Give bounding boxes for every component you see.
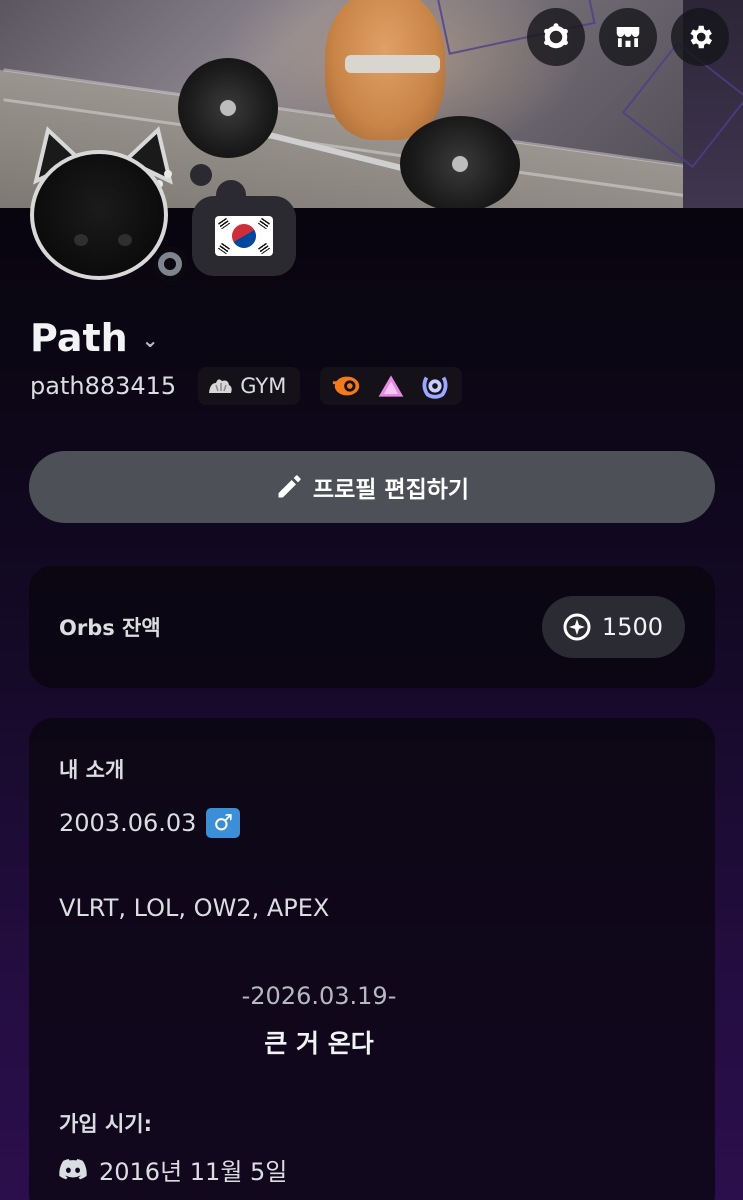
member-since-row: 2016년 11월 5일: [59, 1152, 287, 1187]
hamster-figure: [325, 0, 445, 140]
discord-logo-icon: [59, 1158, 87, 1179]
games-line: VLRT, LOL, OW2, APEX: [59, 894, 329, 922]
avatar-area[interactable]: [14, 120, 194, 295]
custom-status-bubble[interactable]: [192, 196, 296, 276]
birthday-text: 2003.06.03: [59, 809, 197, 837]
gym-tag-icon: [209, 379, 232, 393]
badge-list: [320, 367, 463, 405]
announcement-text: 큰 거 온다: [264, 1029, 374, 1058]
status-indicator: [152, 246, 188, 282]
display-name-row[interactable]: Path ⌄: [30, 316, 158, 360]
pencil-icon: [278, 475, 301, 498]
nitro-laurel-icon[interactable]: [418, 369, 452, 403]
settings-gear-icon[interactable]: [671, 8, 729, 66]
avatar: [30, 150, 168, 280]
orbs-label: Orbs 잔액: [59, 616, 161, 640]
member-since-title: 가입 시기:: [59, 1112, 152, 1136]
display-name: Path: [30, 316, 128, 360]
username-row: path883415 GYM: [30, 366, 463, 406]
triangle-badge-icon[interactable]: [374, 369, 408, 403]
guild-tag[interactable]: GYM: [198, 367, 301, 405]
orb-icon: [563, 613, 591, 641]
south-korea-flag-icon: [215, 216, 273, 256]
shop-icon[interactable]: [599, 8, 657, 66]
username: path883415: [30, 372, 177, 400]
hypesquad-icon[interactable]: [330, 369, 364, 403]
header-actions: [527, 8, 729, 66]
orbs-balance: 1500: [601, 613, 663, 641]
edit-profile-button[interactable]: 프로필 편집하기: [29, 451, 715, 523]
status-bubble-dot: [190, 164, 212, 186]
avatar-eye: [118, 234, 132, 246]
member-since-date: 2016년 11월 5일: [99, 1158, 288, 1186]
male-sign-icon: ♂: [206, 808, 241, 838]
games-text: VLRT, LOL, OW2, APEX: [59, 894, 330, 922]
lifting-belt: [345, 55, 440, 73]
birthday-line: 2003.06.03 ♂: [59, 808, 241, 838]
edit-profile-label: 프로필 편집하기: [312, 477, 470, 503]
barbell-plate: [400, 116, 520, 208]
about-me-card: 내 소개 2003.06.03 ♂ VLRT, LOL, OW2, APEX -…: [29, 718, 715, 1200]
date-line: -2026.03.19-: [241, 982, 397, 1010]
orbs-balance-pill[interactable]: 1500: [541, 596, 685, 658]
avatar-eye: [74, 234, 88, 246]
about-me-title: 내 소개: [59, 758, 125, 782]
nitro-badge-icon[interactable]: [527, 8, 585, 66]
chevron-down-icon: ⌄: [141, 328, 159, 352]
orbs-balance-card: Orbs 잔액 1500: [29, 566, 715, 688]
guild-tag-label: GYM: [240, 374, 287, 398]
